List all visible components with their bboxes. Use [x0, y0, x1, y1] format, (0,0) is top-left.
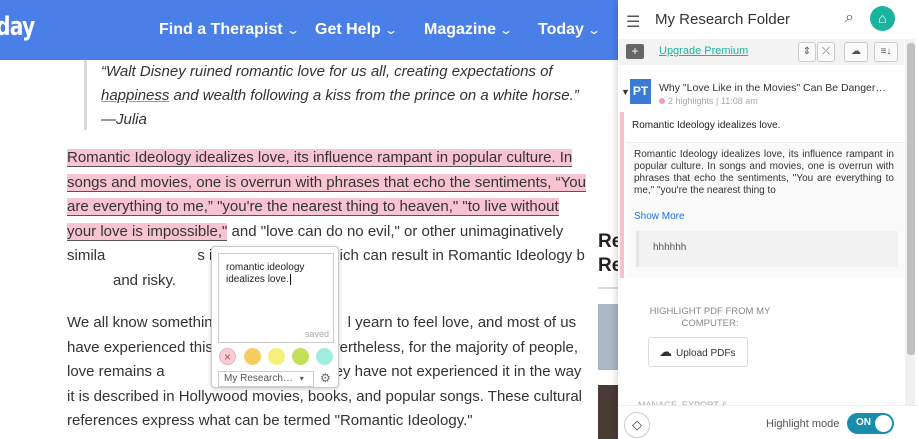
related-thumbnail[interactable]	[598, 304, 620, 370]
related-thumbnail[interactable]	[598, 385, 620, 439]
nav-label: Find a Therapist	[159, 21, 283, 38]
upload-label: Upload PDFs	[676, 348, 736, 359]
document-title[interactable]: Why "Love Like in the Movies" Can Be Dan…	[659, 82, 887, 94]
panel-footer: ◇ Highlight mode ON	[618, 405, 918, 439]
site-favicon: PT	[630, 79, 651, 104]
upload-pdfs-button[interactable]: ☁ Upload PDFs	[648, 337, 748, 367]
menu-icon[interactable]: ☰	[626, 12, 640, 32]
highlight-text: Romantic Ideology idealizes love, its in…	[634, 149, 894, 196]
nav-label: Get Help	[315, 21, 381, 38]
pdf-section-title: HIGHLIGHT PDF FROM MY COMPUTER:	[649, 306, 771, 329]
search-icon[interactable]: ⌕	[845, 9, 854, 27]
show-more-link[interactable]: Show More	[634, 211, 685, 222]
quote-text: “Walt Disney ruined romantic love for us…	[101, 60, 581, 132]
note-textarea[interactable]: romantic ideology idealizes love. saved	[218, 253, 334, 343]
color-swatch-yellow[interactable]	[268, 348, 285, 365]
panel-toolbar: + Upgrade Premium ⇕ ⤫ ☁ ≡↓	[618, 39, 904, 65]
document-meta: 2 highlights | 11:08 am	[659, 96, 758, 106]
note-text: romantic ideology idealizes love.	[226, 262, 305, 285]
scrollbar-thumb[interactable]	[907, 43, 915, 355]
highlighter-icon[interactable]: ◇	[624, 412, 650, 438]
nav-label: Magazine	[424, 21, 497, 38]
nav-get-help[interactable]: Get Help ⌄	[315, 21, 398, 39]
research-panel: ☰ My Research Folder ⌕ ⌂ + Upgrade Premi…	[618, 0, 918, 439]
chevron-down-icon: ⌄	[586, 23, 602, 37]
dropdown-arrow-icon: ▾	[299, 374, 304, 383]
comment-reply[interactable]: hhhhhh	[636, 231, 898, 267]
panel-title: My Research Folder	[655, 11, 791, 28]
nav-label: Today	[538, 21, 584, 38]
meta-text: 2 highlights | 11:08 am	[668, 96, 758, 106]
note-popup: romantic ideology idealizes love. saved …	[211, 246, 339, 388]
highlight-mode-toggle[interactable]: ON	[847, 413, 894, 434]
gear-icon[interactable]: ⚙	[320, 371, 331, 385]
site-logo[interactable]: day	[0, 12, 35, 42]
document-row[interactable]: ▼ PT Why "Love Like in the Movies" Can B…	[618, 76, 904, 112]
folder-label: My Research…	[224, 373, 293, 384]
quote-part: and wealth following a kiss from the pri…	[101, 87, 579, 128]
highlight-note: Romantic Ideology idealizes love.	[632, 120, 781, 131]
nav-find-therapist[interactable]: Find a Therapist ⌄	[159, 21, 300, 39]
toggle-label: ON	[856, 417, 871, 428]
blockquote: “Walt Disney ruined romantic love for us…	[84, 60, 584, 130]
panel-scrollbar[interactable]	[905, 39, 915, 405]
collapse-arrow-icon[interactable]: ▼	[621, 87, 630, 97]
chevron-down-icon: ⌄	[499, 23, 514, 37]
cloud-upload-icon: ☁	[659, 344, 672, 359]
toggle-knob	[875, 415, 892, 432]
text-cursor	[289, 274, 291, 285]
color-swatch-green[interactable]	[292, 348, 309, 365]
quote-link[interactable]: happiness	[101, 87, 169, 104]
cloud-upload-icon[interactable]: ☁	[844, 42, 868, 62]
highlight-dot-icon	[659, 98, 665, 104]
folder-select[interactable]: My Research… ▾	[218, 371, 314, 387]
divider	[598, 287, 618, 289]
upgrade-premium-link[interactable]: Upgrade Premium	[659, 45, 748, 57]
highlight-mode-label: Highlight mode	[766, 418, 840, 430]
sort-icon[interactable]: ≡↓	[874, 42, 898, 62]
paragraph-text: We all know somethin	[67, 314, 213, 331]
highlight-body: Romantic Ideology idealizes love, its in…	[626, 142, 908, 278]
nav-magazine[interactable]: Magazine ⌄	[424, 21, 514, 39]
remove-highlight-button[interactable]: ×	[219, 348, 236, 365]
nav-today[interactable]: Today ⌄	[538, 21, 602, 39]
paragraph-text: and risky.	[113, 271, 177, 289]
home-icon[interactable]: ⌂	[870, 6, 895, 31]
color-swatch-orange[interactable]	[244, 348, 261, 365]
add-folder-icon[interactable]: +	[626, 44, 644, 59]
chevron-down-icon: ⌄	[383, 23, 398, 37]
color-swatch-teal[interactable]	[316, 348, 333, 365]
expand-icon[interactable]: ⇕	[798, 42, 816, 62]
saved-indicator: saved	[304, 329, 329, 339]
collapse-icon[interactable]: ⤫	[817, 42, 835, 62]
highlight-card[interactable]: Romantic Ideology idealizes love. Romant…	[620, 112, 908, 278]
chevron-down-icon: ⌄	[285, 23, 300, 37]
quote-part: “Walt Disney ruined romantic love for us…	[101, 63, 553, 80]
